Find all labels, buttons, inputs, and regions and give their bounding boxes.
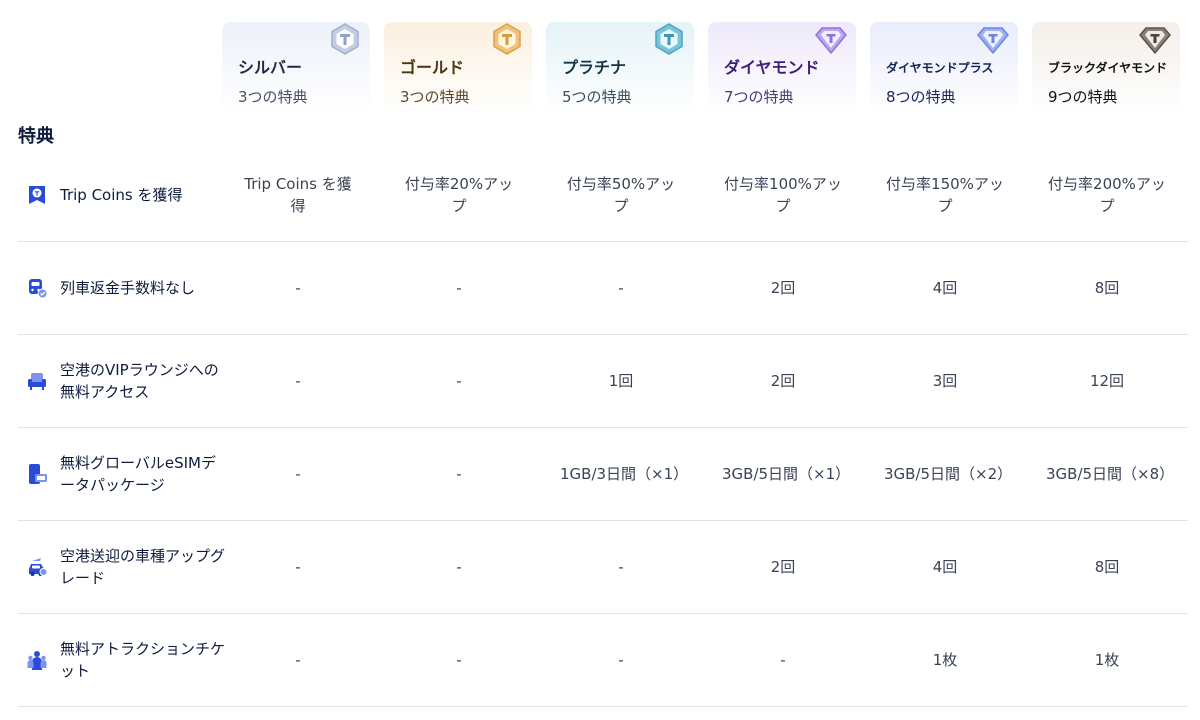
- benefit-name: 無料グローバルeSIMデータパッケージ: [26, 428, 226, 520]
- table-cell: 1GB/3日間（×1）: [560, 465, 689, 483]
- table-cell: 8回: [1094, 279, 1120, 297]
- tier-benefit-count: 7つの特典: [724, 88, 794, 106]
- table-cell: 付与率50%アップ: [566, 174, 676, 215]
- tier-benefit-count: 5つの特典: [562, 88, 632, 106]
- table-cell: 4回: [932, 279, 958, 297]
- tier-silver[interactable]: シルバー 3つの特典: [222, 22, 370, 114]
- table-row: 空港送迎の車種アップグレード - - - 2回 4回 8回: [18, 521, 1188, 614]
- table-row: 無料アトラクションチケット - - - - 1枚 1枚: [18, 614, 1188, 707]
- table-cell: 8回: [1094, 558, 1120, 576]
- table-row: 列車返金手数料なし - - - 2回 4回 8回: [18, 242, 1188, 335]
- train-refund-icon: [29, 279, 48, 299]
- table-row: 空港のVIPラウンジへの無料アクセス - - 1回 2回 3回 12回: [18, 335, 1188, 428]
- tier-name: ダイヤモンドプラス: [886, 61, 994, 75]
- table-cell: -: [295, 465, 301, 483]
- table-row: Trip Coins を獲得 Trip Coins を獲得 付与率20%アップ …: [18, 148, 1188, 242]
- tier-benefit-count: 3つの特典: [400, 88, 470, 106]
- table-cell: -: [295, 651, 301, 669]
- table-cell: 3GB/5日間（×8）: [1046, 465, 1175, 483]
- table-row: 無料グローバルeSIMデータパッケージ - - 1GB/3日間（×1） 3GB/…: [18, 428, 1188, 521]
- table-cell: -: [295, 558, 301, 576]
- table-cell: 2回: [770, 558, 796, 576]
- table-cell: -: [618, 279, 624, 297]
- esim-icon: [29, 464, 47, 484]
- tier-benefit-count: 3つの特典: [238, 88, 308, 106]
- table-cell: 3GB/5日間（×1）: [722, 465, 851, 483]
- table-cell: 付与率100%アップ: [724, 174, 842, 215]
- table-cell: -: [456, 279, 462, 297]
- table-cell: 付与率20%アップ: [404, 174, 514, 215]
- attraction-ticket-icon: [27, 651, 47, 670]
- tier-name: シルバー: [238, 58, 303, 77]
- tier-gold[interactable]: ゴールド 3つの特典: [384, 22, 532, 114]
- diamond-plus-icon: [977, 27, 1009, 55]
- table-cell: -: [456, 372, 462, 390]
- tier-diamond[interactable]: ダイヤモンド 7つの特典: [708, 22, 856, 114]
- tier-black-diamond[interactable]: ブラックダイヤモンド 9つの特典: [1032, 22, 1180, 114]
- table-cell: 2回: [770, 372, 796, 390]
- table-cell: 12回: [1089, 372, 1125, 390]
- table-cell: -: [295, 372, 301, 390]
- tier-benefit-count: 9つの特典: [1048, 88, 1118, 106]
- table-cell: 3GB/5日間（×2）: [884, 465, 1013, 483]
- table-cell: -: [780, 651, 786, 669]
- benefit-name: 空港のVIPラウンジへの無料アクセス: [26, 335, 226, 427]
- table-cell: -: [456, 558, 462, 576]
- tier-name: プラチナ: [562, 58, 627, 77]
- tier-benefit-count: 8つの特典: [886, 88, 956, 106]
- table-cell: 付与率200%アップ: [1048, 174, 1166, 215]
- table-cell: 2回: [770, 279, 796, 297]
- benefit-name: 列車返金手数料なし: [26, 242, 226, 334]
- tier-diamond-plus[interactable]: ダイヤモンドプラス 8つの特典: [870, 22, 1018, 114]
- tier-name: ダイヤモンド: [724, 58, 820, 77]
- lounge-seat-icon: [28, 373, 46, 390]
- section-title: 特典: [18, 126, 54, 147]
- table-cell: 1回: [608, 372, 634, 390]
- table-cell: -: [456, 465, 462, 483]
- silver-badge-icon: [331, 23, 359, 55]
- table-cell: -: [456, 651, 462, 669]
- car-upgrade-icon: [29, 558, 48, 576]
- platinum-badge-icon: [655, 23, 683, 55]
- tier-platinum[interactable]: プラチナ 5つの特典: [546, 22, 694, 114]
- diamond-icon: [815, 27, 847, 55]
- tier-name: ゴールド: [400, 58, 465, 77]
- benefit-name: 空港送迎の車種アップグレード: [26, 521, 226, 613]
- black-diamond-icon: [1139, 27, 1171, 55]
- benefit-name: Trip Coins を獲得: [26, 148, 226, 241]
- table-cell: 付与率150%アップ: [886, 174, 1004, 215]
- table-cell: -: [618, 558, 624, 576]
- table-cell: 1枚: [932, 651, 958, 669]
- table-cell: -: [295, 279, 301, 297]
- table-cell: 3回: [932, 372, 958, 390]
- table-cell: Trip Coins を獲得: [244, 174, 352, 215]
- tier-name: ブラックダイヤモンド: [1048, 61, 1168, 75]
- table-cell: -: [618, 651, 624, 669]
- benefits-table: Trip Coins を獲得 Trip Coins を獲得 付与率20%アップ …: [18, 148, 1188, 707]
- trip-coins-icon: [29, 185, 45, 204]
- table-cell: 4回: [932, 558, 958, 576]
- table-cell: 1枚: [1094, 651, 1120, 669]
- gold-badge-icon: [493, 23, 521, 55]
- benefit-name: 無料アトラクションチケット: [26, 614, 226, 706]
